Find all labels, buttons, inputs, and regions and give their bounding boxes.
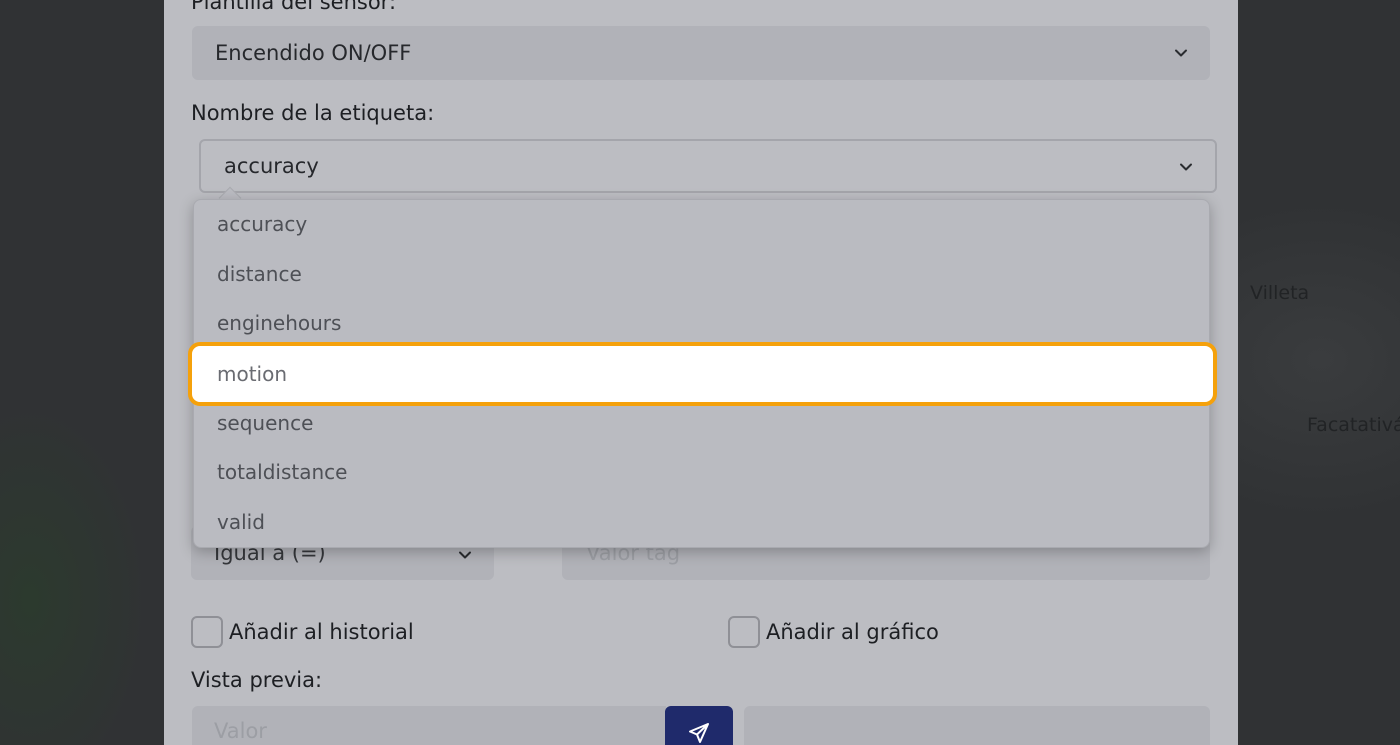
dropdown-option-totaldistance[interactable]: totaldistance <box>217 460 347 484</box>
send-preview-button[interactable] <box>665 706 733 745</box>
dropdown-option-motion[interactable]: motion <box>188 342 1217 406</box>
add-history-label: Añadir al historial <box>229 620 414 644</box>
dropdown-option-accuracy[interactable]: accuracy <box>217 212 307 236</box>
tag-name-label: Nombre de la etiqueta: <box>191 101 435 125</box>
chevron-down-icon <box>1174 46 1188 60</box>
preview-output <box>744 706 1210 745</box>
add-chart-label: Añadir al gráfico <box>766 620 939 644</box>
dropdown-option-motion-label: motion <box>217 362 288 386</box>
chevron-down-icon <box>458 548 472 562</box>
add-history-checkbox[interactable] <box>191 616 223 648</box>
preview-label: Vista previa: <box>191 668 323 692</box>
template-label: Plantilla del sensor: <box>191 0 397 14</box>
map-label-facatativa: Facatativá <box>1307 414 1400 436</box>
dropdown-option-distance[interactable]: distance <box>217 262 302 286</box>
preview-value-input[interactable]: Valor <box>192 706 666 745</box>
add-chart-checkbox[interactable] <box>728 616 760 648</box>
template-select[interactable]: Encendido ON/OFF <box>192 26 1210 80</box>
map-label-villeta: Villeta <box>1250 282 1310 304</box>
tag-name-select[interactable]: accuracy <box>199 139 1217 193</box>
chevron-down-icon <box>1179 160 1193 174</box>
paper-plane-icon <box>687 713 711 745</box>
dropdown-option-sequence[interactable]: sequence <box>217 411 313 435</box>
preview-value-placeholder: Valor <box>214 719 267 743</box>
dropdown-option-enginehours[interactable]: enginehours <box>217 311 341 335</box>
add-history-checkbox-row[interactable]: Añadir al historial <box>191 616 414 648</box>
dropdown-option-valid[interactable]: valid <box>217 510 265 534</box>
add-chart-checkbox-row[interactable]: Añadir al gráfico <box>728 616 939 648</box>
tag-name-select-value: accuracy <box>224 154 319 178</box>
tag-name-dropdown: accuracy distance enginehours motion seq… <box>188 199 1217 548</box>
template-select-value: Encendido ON/OFF <box>215 41 412 65</box>
